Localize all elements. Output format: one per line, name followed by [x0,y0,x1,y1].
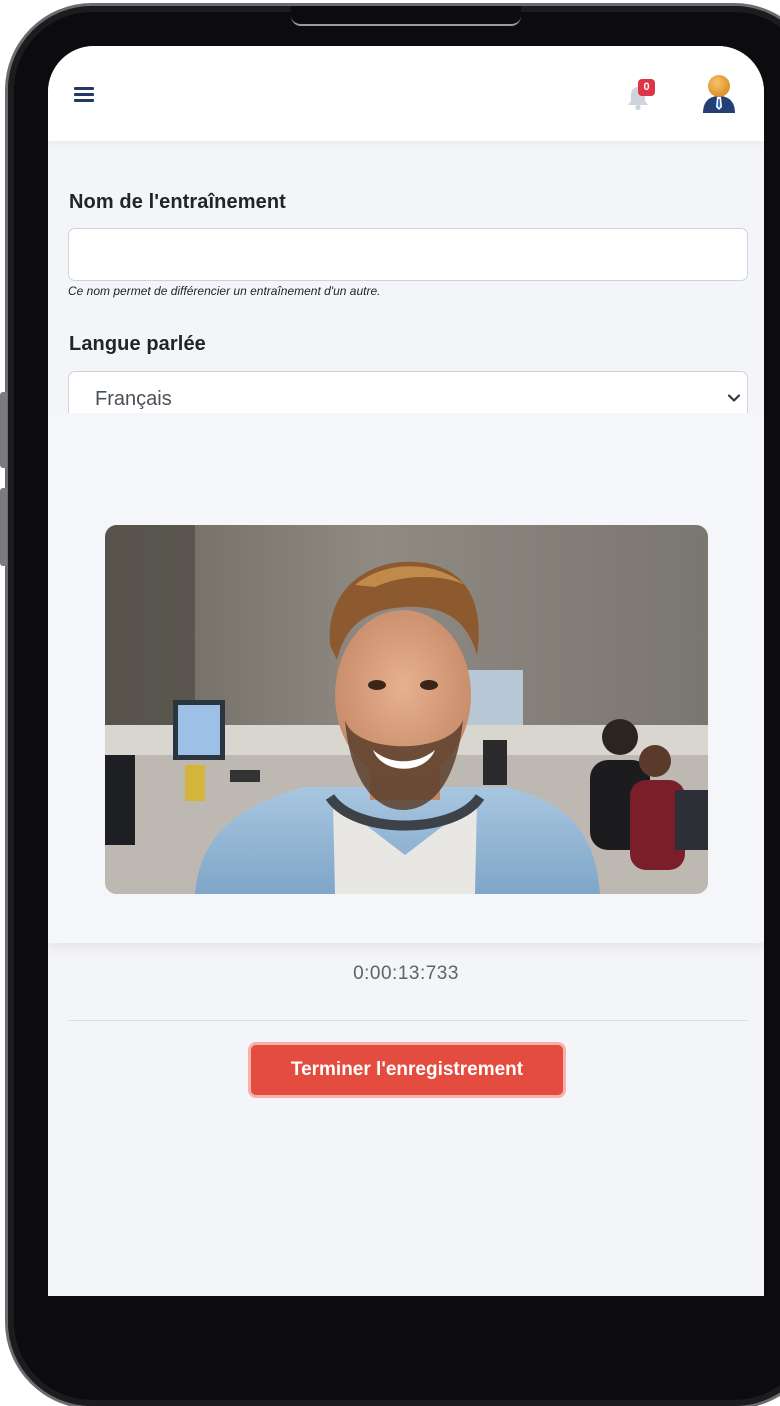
notification-count-badge: 0 [638,79,655,96]
phone-volume-up-button [0,392,7,468]
app-screen: 0 Nom de l'entraînement Ce nom permet de… [48,46,764,1296]
training-name-help-text: Ce nom permet de différencier un entraîn… [68,284,381,298]
user-avatar-icon[interactable] [700,73,738,113]
training-name-input[interactable] [68,228,748,281]
divider [68,1020,748,1021]
phone-notch [291,6,521,26]
chevron-down-icon [727,394,741,402]
stop-recording-button[interactable]: Terminer l'enregistrement [248,1042,566,1098]
top-navbar: 0 [48,46,764,141]
webcam-preview[interactable] [105,525,708,894]
language-label: Langue parlée [69,333,206,355]
video-recording-panel [48,413,764,943]
training-name-label: Nom de l'entraînement [69,191,286,213]
hamburger-menu-icon[interactable] [74,87,94,102]
phone-frame: 0 Nom de l'entraînement Ce nom permet de… [8,6,780,1406]
phone-volume-down-button [0,488,7,566]
notifications-button[interactable]: 0 [625,79,655,111]
language-selected-value: Français [95,388,172,410]
webcam-preview-image [105,525,708,894]
recording-timer: 0:00:13:733 [353,963,459,984]
